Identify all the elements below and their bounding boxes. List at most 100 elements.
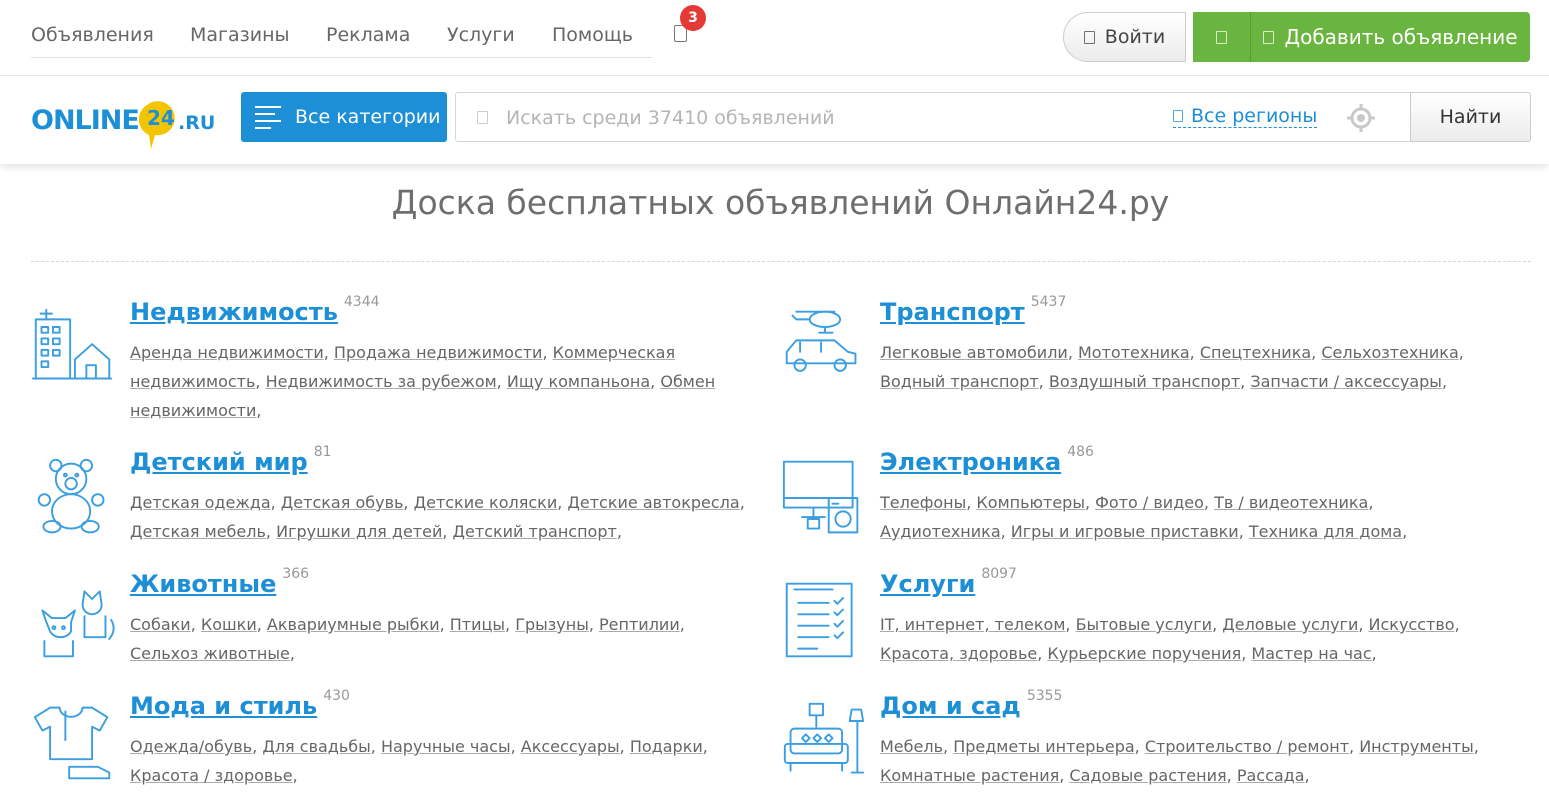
search-icon bbox=[477, 111, 488, 124]
category-title-link[interactable]: Дом и сад bbox=[880, 692, 1021, 720]
menu-item-shops[interactable]: Магазины bbox=[190, 24, 290, 46]
subcategory-link[interactable]: Компьютеры bbox=[976, 493, 1085, 512]
subcategory-link[interactable]: Аренда недвижимости bbox=[130, 343, 324, 362]
subcategory-link[interactable]: Детские коляски bbox=[414, 493, 558, 512]
logo-text-num: 24 bbox=[147, 106, 175, 130]
subcategory-link[interactable]: Искусство bbox=[1369, 615, 1455, 634]
logo-text-right: .RU bbox=[178, 112, 215, 134]
subcategory-link[interactable]: Ищу компаньона bbox=[507, 372, 650, 391]
subcategory-link[interactable]: Строительство / ремонт bbox=[1145, 737, 1349, 756]
login-button[interactable]: Войти bbox=[1063, 12, 1186, 62]
subcategory-link[interactable]: Кошки bbox=[201, 615, 257, 634]
subcategory-link[interactable]: Игры и игровые приставки bbox=[1011, 522, 1239, 541]
add-ad-button[interactable]: Добавить объявление bbox=[1251, 12, 1530, 62]
category-header: Детский мир 81 bbox=[130, 444, 332, 476]
subcategory-link[interactable]: Детская мебель bbox=[130, 522, 266, 541]
subcategory-link[interactable]: Техника для дома bbox=[1249, 522, 1402, 541]
subcategory-link[interactable]: Водный транспорт bbox=[880, 372, 1039, 391]
subcategory-link[interactable]: Спецтехника bbox=[1200, 343, 1311, 362]
menu-item-help[interactable]: Помощь bbox=[552, 24, 633, 46]
car-helicopter-icon bbox=[785, 310, 857, 372]
region-selector[interactable]: Все регионы bbox=[1173, 105, 1318, 128]
subcategory-link[interactable]: Аквариумные рыбки bbox=[267, 615, 440, 634]
category-title-link[interactable]: Недвижимость bbox=[130, 298, 338, 326]
teddy-bear-icon bbox=[37, 458, 105, 534]
search-bar: ONLINE 24 .RU Все категории Все регионы … bbox=[0, 77, 1549, 165]
subcategory-link[interactable]: Мастер на час bbox=[1251, 644, 1371, 663]
category-title-link[interactable]: Транспорт bbox=[880, 298, 1025, 326]
divider bbox=[31, 261, 1531, 262]
sofa-lamp-icon bbox=[783, 702, 865, 774]
category-count: 8097 bbox=[981, 566, 1017, 582]
subcategory-link[interactable]: Подарки bbox=[630, 737, 703, 756]
add-ad-label: Добавить объявление bbox=[1284, 25, 1518, 49]
all-categories-button[interactable]: Все категории bbox=[241, 92, 447, 142]
category-header: Транспорт 5437 bbox=[880, 294, 1066, 326]
menu-item-ads[interactable]: Объявления bbox=[31, 24, 154, 46]
subcategory-link[interactable]: Продажа недвижимости bbox=[334, 343, 543, 362]
subcategory-link[interactable]: Собаки bbox=[130, 615, 191, 634]
electronics-icon bbox=[782, 460, 859, 534]
menu-item-advertising[interactable]: Реклама bbox=[326, 24, 410, 46]
category-title-link[interactable]: Животные bbox=[130, 570, 276, 598]
subcategory-link[interactable]: Недвижимость за рубежом bbox=[266, 372, 497, 391]
subcategory-link[interactable]: Телефоны bbox=[880, 493, 966, 512]
subcategory-link[interactable]: Красота, здоровье bbox=[880, 644, 1037, 663]
subcategory-link[interactable]: Детская обувь bbox=[281, 493, 404, 512]
subcategory-link[interactable]: Красота / здоровье bbox=[130, 766, 293, 785]
subcategory-link[interactable]: Легковые автомобили bbox=[880, 343, 1068, 362]
category-count: 81 bbox=[313, 444, 332, 460]
geolocate-icon[interactable] bbox=[1346, 103, 1376, 133]
subcategory-link[interactable]: Игрушки для детей bbox=[276, 522, 442, 541]
subcategory-link[interactable]: Детская одежда bbox=[130, 493, 271, 512]
subcategory-link[interactable]: IT, интернет, телеком bbox=[880, 615, 1065, 634]
page-title: Доска бесплатных объявлений Онлайн24.ру bbox=[391, 183, 1170, 222]
category-header: Электроника 486 bbox=[880, 444, 1094, 476]
subcategory-link[interactable]: Сельхозтехника bbox=[1321, 343, 1458, 362]
category-title-link[interactable]: Электроника bbox=[880, 448, 1061, 476]
favorites-button[interactable] bbox=[1193, 12, 1251, 62]
subcategory-link[interactable]: Фото / видео bbox=[1095, 493, 1204, 512]
subcategory-link[interactable]: Грызуны bbox=[515, 615, 589, 634]
site-logo[interactable]: ONLINE 24 .RU bbox=[31, 89, 226, 149]
menu-item-services[interactable]: Услуги bbox=[447, 24, 515, 46]
subcategory-link[interactable]: Детские автокресла bbox=[567, 493, 739, 512]
subcategory-link[interactable]: Деловые услуги bbox=[1222, 615, 1358, 634]
subcategory-link[interactable]: Сельхоз животные bbox=[130, 644, 290, 663]
category-header: Мода и стиль 430 bbox=[130, 688, 350, 720]
subcategory-link[interactable]: Мебель bbox=[880, 737, 943, 756]
subcategory-list: Собаки, Кошки, Аквариумные рыбки, Птицы,… bbox=[130, 615, 685, 663]
category-header: Услуги 8097 bbox=[880, 566, 1017, 598]
subcategory-link[interactable]: Аудиотехника bbox=[880, 522, 1001, 541]
subcategory-link[interactable]: Детский транспорт bbox=[453, 522, 617, 541]
subcategory-list: Одежда/обувь, Для свадьбы, Наручные часы… bbox=[130, 737, 708, 785]
subcategory-link[interactable]: Комнатные растения bbox=[880, 766, 1059, 785]
subcategory-link[interactable]: Предметы интерьера bbox=[953, 737, 1134, 756]
subcategory-link[interactable]: Воздушный транспорт bbox=[1049, 372, 1240, 391]
subcategory-link[interactable]: Тв / видеотехника bbox=[1214, 493, 1368, 512]
subcategory-link[interactable]: Запчасти / аксессуары bbox=[1250, 372, 1442, 391]
category-header: Животные 366 bbox=[130, 566, 309, 598]
notifications-badge: 3 bbox=[680, 5, 706, 31]
subcategory-link[interactable]: Садовые растения bbox=[1069, 766, 1226, 785]
category-header: Недвижимость 4344 bbox=[130, 294, 380, 326]
region-label: Все регионы bbox=[1191, 105, 1318, 127]
subcategory-link[interactable]: Для свадьбы bbox=[262, 737, 370, 756]
subcategory-link[interactable]: Аксессуары bbox=[521, 737, 620, 756]
subcategory-link[interactable]: Инструменты bbox=[1359, 737, 1474, 756]
search-input[interactable] bbox=[506, 103, 1106, 133]
star-icon bbox=[1216, 30, 1227, 44]
subcategory-link[interactable]: Наручные часы bbox=[381, 737, 511, 756]
subcategory-link[interactable]: Рассада bbox=[1237, 766, 1305, 785]
subcategory-link[interactable]: Рептилии bbox=[599, 615, 680, 634]
subcategory-link[interactable]: Курьерские поручения bbox=[1047, 644, 1241, 663]
category-title-link[interactable]: Детский мир bbox=[130, 448, 308, 476]
subcategory-link[interactable]: Одежда/обувь bbox=[130, 737, 252, 756]
category-title-link[interactable]: Услуги bbox=[880, 570, 975, 598]
subcategory-link[interactable]: Птицы bbox=[450, 615, 505, 634]
find-button[interactable]: Найти bbox=[1410, 92, 1531, 142]
subcategory-link[interactable]: Бытовые услуги bbox=[1076, 615, 1212, 634]
category-title-link[interactable]: Мода и стиль bbox=[130, 692, 317, 720]
subcategory-link[interactable]: Мототехника bbox=[1078, 343, 1190, 362]
hamburger-icon bbox=[255, 101, 281, 134]
